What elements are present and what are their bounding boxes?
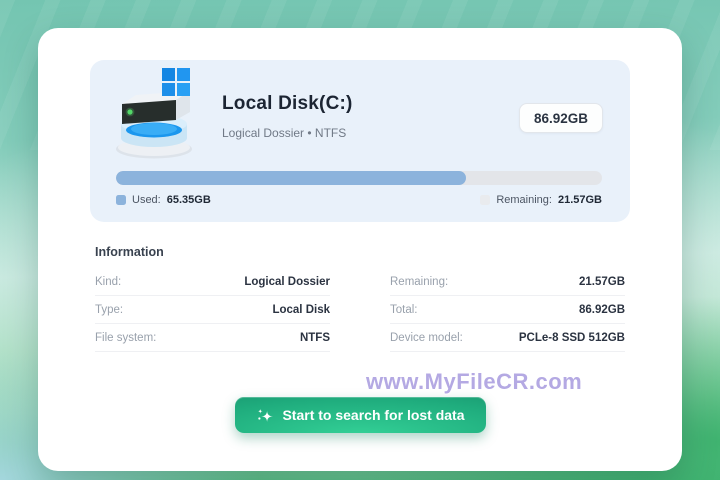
info-value: PCLe-8 SSD 512GB	[518, 331, 625, 344]
info-label: Device model:	[390, 331, 463, 344]
info-label: Total:	[390, 303, 418, 316]
info-row-filesystem: File system: NTFS	[95, 324, 330, 352]
info-row-remaining: Remaining: 21.57GB	[390, 268, 625, 296]
usage-legend: Used: 65.35GB Remaining: 21.57GB	[116, 192, 602, 208]
info-value: 86.92GB	[578, 303, 625, 316]
disk-3d-icon	[116, 68, 192, 159]
disk-subtitle: Logical Dossier • NTFS	[222, 126, 347, 140]
info-value: 21.57GB	[578, 275, 625, 288]
remaining-label: Remaining:	[496, 194, 552, 206]
info-label: File system:	[95, 331, 157, 344]
disk-card[interactable]: Local Disk(C:) Logical Dossier • NTFS 86…	[90, 60, 630, 222]
disk-size-badge: 86.92GB	[518, 103, 603, 133]
information-col-right: Remaining: 21.57GB Total: 86.92GB Device…	[390, 268, 625, 352]
info-row-type: Type: Local Disk	[95, 296, 330, 324]
used-swatch	[116, 195, 126, 205]
info-value: Logical Dossier	[244, 275, 330, 288]
information-heading: Information	[95, 245, 164, 259]
info-value: NTFS	[299, 331, 330, 344]
used-label: Used:	[132, 194, 161, 206]
app-window: Local Disk(C:) Logical Dossier • NTFS 86…	[0, 0, 720, 480]
remaining-swatch	[480, 195, 491, 205]
info-row-device-model: Device model: PCLe-8 SSD 512GB	[390, 324, 625, 352]
disk-title: Local Disk(C:)	[222, 93, 353, 114]
sparkle-icon	[258, 408, 274, 422]
usage-progress-bar	[116, 171, 602, 185]
remaining-legend-item: Remaining: 21.57GB	[480, 194, 602, 206]
used-legend-item: Used: 65.35GB	[116, 194, 211, 206]
start-search-button[interactable]: Start to search for lost data	[235, 397, 486, 433]
information-col-left: Kind: Logical Dossier Type: Local Disk F…	[95, 268, 330, 352]
info-row-kind: Kind: Logical Dossier	[95, 268, 330, 296]
info-row-total: Total: 86.92GB	[390, 296, 625, 324]
start-search-label: Start to search for lost data	[282, 407, 465, 423]
windows-logo-icon	[162, 68, 190, 96]
info-label: Type:	[95, 303, 124, 316]
info-value: Local Disk	[272, 303, 330, 316]
main-panel: Local Disk(C:) Logical Dossier • NTFS 86…	[38, 28, 682, 471]
information-grid: Kind: Logical Dossier Type: Local Disk F…	[95, 268, 625, 352]
info-label: Kind:	[95, 275, 122, 288]
remaining-value: 21.57GB	[557, 194, 602, 206]
info-label: Remaining:	[390, 275, 449, 288]
used-value: 65.35GB	[166, 194, 211, 206]
progress-fill	[116, 171, 466, 185]
